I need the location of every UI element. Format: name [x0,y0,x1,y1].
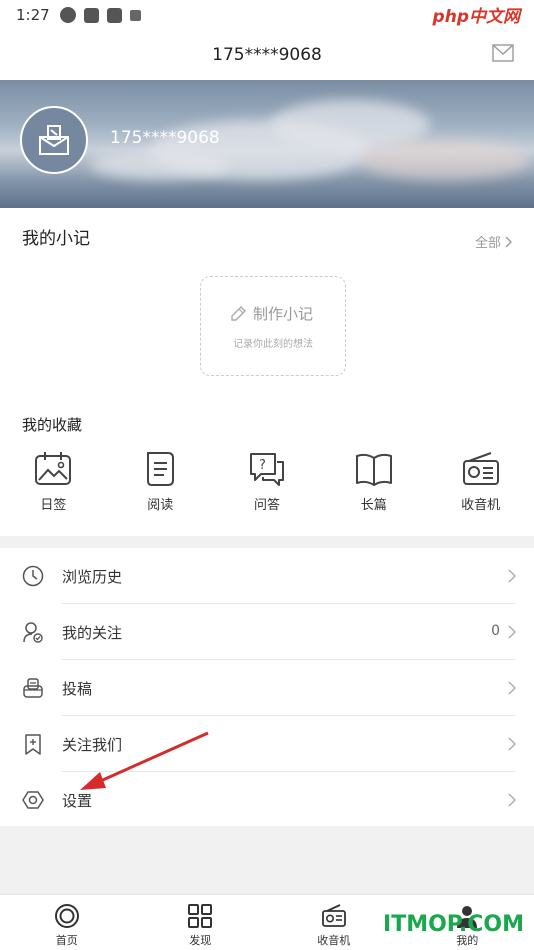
user-follow-icon [23,622,43,643]
favorite-label: 阅读 [147,498,174,513]
page-title: 175****9068 [212,45,322,65]
tab-label: 收音机 [317,934,351,947]
notification-icon [106,7,122,23]
document-icon [147,452,175,486]
view-all-label: 全部 [474,236,501,251]
menu-item-history[interactable]: 浏览历史 [0,548,534,604]
make-note-subtitle: 记录你此刻的想法 [233,339,313,350]
menu-item-label: 关注我们 [62,736,123,754]
grid-icon [188,904,213,928]
section-title: 我的收藏 [22,416,83,434]
favorite-daily-sign[interactable]: 日签 [0,450,107,513]
view-all-link[interactable]: 全部 [475,232,512,251]
watermark-php: php中文网 [432,7,520,27]
home-circle-icon [54,904,79,928]
avatar-box-icon [39,125,69,155]
hexagon-settings-icon [22,791,44,809]
profile-username: 175****9068 [110,128,220,148]
favorite-radio[interactable]: 收音机 [427,450,534,513]
submit-tray-icon [23,678,43,698]
status-time: 1:27 [16,6,50,24]
avatar[interactable] [20,106,88,174]
book-icon [355,453,392,486]
favorite-label: 问答 [253,498,280,513]
calendar-sign-icon [35,452,72,485]
tab-home[interactable]: 首页 [0,895,134,950]
favorite-long-article[interactable]: 长篇 [320,450,427,513]
favorite-reading[interactable]: 阅读 [107,450,214,513]
bookmark-plus-icon [25,734,41,755]
notification-icon [129,9,141,21]
empty-area [0,826,534,894]
app-notification-icon [59,7,76,23]
follow-count: 0 [491,623,500,639]
menu-item-submit[interactable]: 投稿 [0,660,534,716]
tab-discover[interactable]: 发现 [134,895,268,950]
favorite-qa[interactable]: ? 问答 [214,450,321,513]
chevron-right-icon [508,793,516,807]
tab-label: 首页 [55,934,78,947]
profile-banner: 175****9068 [0,80,534,208]
chevron-right-icon [505,236,512,247]
menu-item-following[interactable]: 我的关注 0 [0,604,534,660]
radio-icon [462,452,499,485]
menu-item-label: 浏览历史 [62,568,123,586]
make-note-label: 制作小记 [252,305,313,323]
make-note-button[interactable]: 制作小记 记录你此刻的想法 [200,276,346,376]
settings-menu: 浏览历史 我的关注 0 投稿 关注我们 设置 [0,548,534,828]
chevron-right-icon [508,681,516,695]
menu-item-label: 我的关注 [62,624,123,642]
chevron-right-icon [508,737,516,751]
tab-radio[interactable]: 收音机 [267,895,401,950]
radio-icon [321,904,346,927]
mail-icon[interactable] [492,44,514,62]
menu-item-follow-us[interactable]: 关注我们 [0,716,534,772]
my-notes-section: 我的小记 全部 制作小记 记录你此刻的想法 [0,208,534,390]
qa-bubble-icon: ? [249,453,284,486]
menu-item-label: 设置 [62,792,93,810]
title-bar: 175****9068 [0,30,534,80]
clock-icon [22,565,44,587]
menu-item-label: 投稿 [62,680,93,698]
chevron-right-icon [508,569,516,583]
tab-label: 发现 [189,934,212,947]
section-divider [0,536,534,548]
svg-text:?: ? [259,458,266,473]
watermark-itmop: ITMOP.COM [383,912,524,937]
favorite-label: 长篇 [360,498,387,513]
section-title: 我的小记 [22,229,90,249]
favorite-label: 收音机 [461,498,501,513]
favorite-label: 日签 [40,498,67,513]
notification-icon [83,7,99,23]
my-favorites-section: 我的收藏 日签 阅读 ? 问答 长篇 收音机 [0,400,534,536]
chevron-right-icon [508,625,516,639]
menu-item-settings[interactable]: 设置 [0,772,534,828]
